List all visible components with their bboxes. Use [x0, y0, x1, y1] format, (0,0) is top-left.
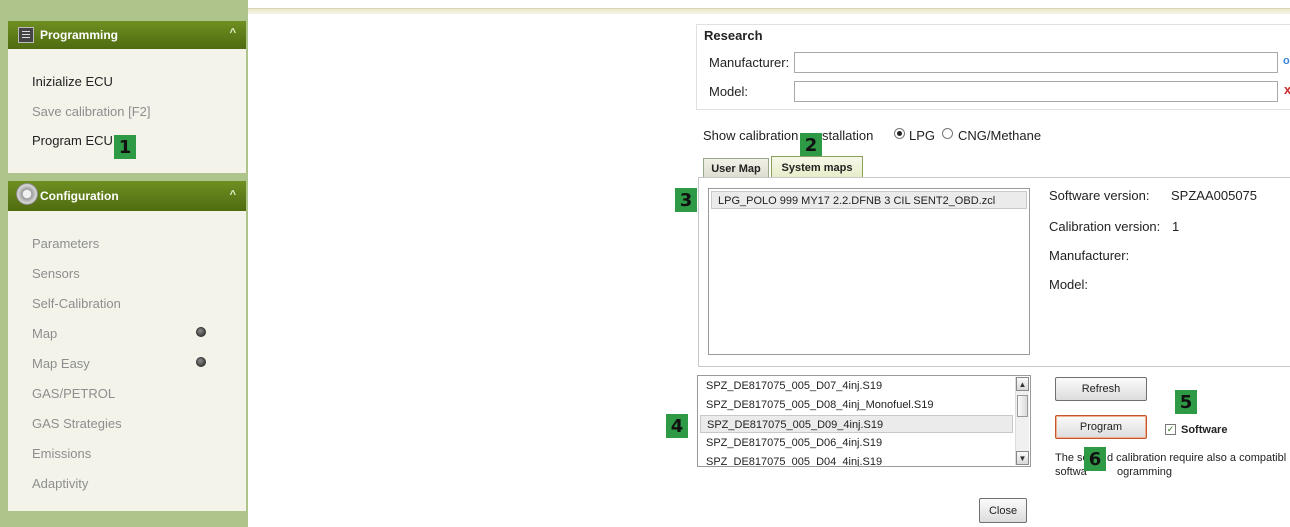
sidebar-item-self-calibration[interactable]: Self-Calibration — [32, 296, 121, 311]
sidebar-item-map-easy[interactable]: Map Easy — [32, 356, 90, 371]
sidebar-item-sensors[interactable]: Sensors — [32, 266, 80, 281]
configuration-panel: Parameters Sensors Self-Calibration Map … — [8, 211, 246, 511]
programming-header[interactable]: Programming ^ — [8, 21, 246, 49]
manufacturer-input[interactable] — [794, 52, 1278, 73]
calibration-version-value: 1 — [1172, 219, 1180, 234]
radio-cng-label[interactable]: CNG/Methane — [958, 128, 1041, 143]
show-calibration-label: Show calibration — [703, 128, 799, 143]
clear-icon[interactable]: x — [1284, 82, 1290, 97]
badge-2: 2 — [800, 133, 822, 157]
software-file-list[interactable]: SPZ_DE817075_005_D07_4inj.S19 SPZ_DE8170… — [697, 375, 1031, 467]
sidebar-item-gas-strategies[interactable]: GAS Strategies — [32, 416, 122, 431]
map-model-label: Model: — [1049, 277, 1089, 292]
badge-6: 6 — [1084, 447, 1106, 471]
software-version-value: SPZAA005075 — [1171, 188, 1258, 203]
manufacturer-label: Manufacturer: — [709, 55, 790, 70]
model-label: Model: — [709, 84, 749, 99]
top-strip — [248, 8, 1290, 14]
gear-icon — [16, 183, 38, 205]
sidebar-item-program-ecu[interactable]: Program ECU — [32, 133, 113, 148]
scroll-up-icon[interactable]: ▲ — [1016, 377, 1029, 391]
search-icon[interactable]: o — [1283, 55, 1290, 67]
list-scrollbar[interactable]: ▲ ▼ — [1015, 377, 1029, 465]
radio-cng[interactable] — [942, 128, 953, 139]
list-item[interactable]: SPZ_DE817075_005_D08_4inj_Monofuel.S19 — [700, 396, 1028, 414]
status-dot-icon — [196, 357, 206, 367]
sidebar-item-parameters[interactable]: Parameters — [32, 236, 99, 251]
refresh-button[interactable]: Refresh — [1055, 377, 1147, 401]
software-checkbox-label[interactable]: Software — [1181, 424, 1227, 436]
programming-title: Programming — [40, 28, 119, 42]
research-title: Research — [704, 28, 763, 43]
list-item[interactable]: LPG_POLO 999 MY17 2.2.DFNB 3 CIL SENT2_O… — [711, 191, 1027, 209]
scroll-thumb[interactable] — [1017, 395, 1028, 417]
close-button[interactable]: Close — [979, 498, 1027, 523]
sidebar-item-adaptivity[interactable]: Adaptivity — [32, 476, 88, 491]
software-checkbox[interactable]: ✓ — [1165, 424, 1176, 435]
calibration-version-label: Calibration version: — [1049, 219, 1161, 234]
model-input[interactable] — [794, 81, 1278, 102]
sidebar-item-gas-petrol[interactable]: GAS/PETROL — [32, 386, 115, 401]
badge-3: 3 — [675, 188, 697, 212]
chevron-up-icon[interactable]: ^ — [230, 189, 236, 201]
tab-system-maps[interactable]: System maps — [771, 156, 863, 178]
sidebar-item-save-calibration: Save calibration [F2] — [32, 104, 151, 119]
list-item-selected[interactable]: SPZ_DE817075_005_D09_4inj.S19 — [700, 415, 1013, 433]
list-item[interactable]: SPZ_DE817075_005_D07_4inj.S19 — [700, 377, 1028, 395]
software-version-label: Software version: — [1049, 188, 1150, 203]
radio-lpg[interactable] — [894, 128, 905, 139]
configuration-title: Configuration — [40, 189, 119, 203]
map-manufacturer-label: Manufacturer: — [1049, 248, 1130, 263]
message-part-4: ogramming — [1117, 466, 1173, 478]
configuration-header[interactable]: Configuration ^ — [8, 181, 246, 211]
message-part-2: d calibration require also a compatibl — [1107, 452, 1287, 464]
sidebar-item-inizialize-ecu[interactable]: Inizialize ECU — [32, 74, 113, 89]
calibration-file-list[interactable]: LPG_POLO 999 MY17 2.2.DFNB 3 CIL SENT2_O… — [708, 188, 1030, 355]
tab-user-map[interactable]: User Map — [703, 158, 769, 178]
badge-5: 5 — [1175, 390, 1197, 414]
sidebar-item-emissions[interactable]: Emissions — [32, 446, 91, 461]
list-item[interactable]: SPZ_DE817075_005_D04_4inj.S19 — [700, 453, 1028, 466]
chevron-up-icon[interactable]: ^ — [230, 27, 236, 39]
scroll-down-icon[interactable]: ▼ — [1016, 451, 1029, 465]
sidebar-item-map[interactable]: Map — [32, 326, 57, 341]
sidebar: Programming ^ Inizialize ECU Save calibr… — [0, 0, 248, 527]
status-dot-icon — [196, 327, 206, 337]
list-item[interactable]: SPZ_DE817075_005_D06_4inj.S19 — [700, 434, 1028, 452]
program-button[interactable]: Program — [1055, 415, 1147, 439]
badge-4: 4 — [666, 414, 688, 438]
badge-1: 1 — [114, 135, 136, 159]
message-part-3: softwa — [1055, 466, 1087, 478]
chip-icon — [18, 27, 34, 43]
installation-label: stallation — [822, 128, 874, 143]
radio-lpg-label[interactable]: LPG — [909, 128, 935, 143]
